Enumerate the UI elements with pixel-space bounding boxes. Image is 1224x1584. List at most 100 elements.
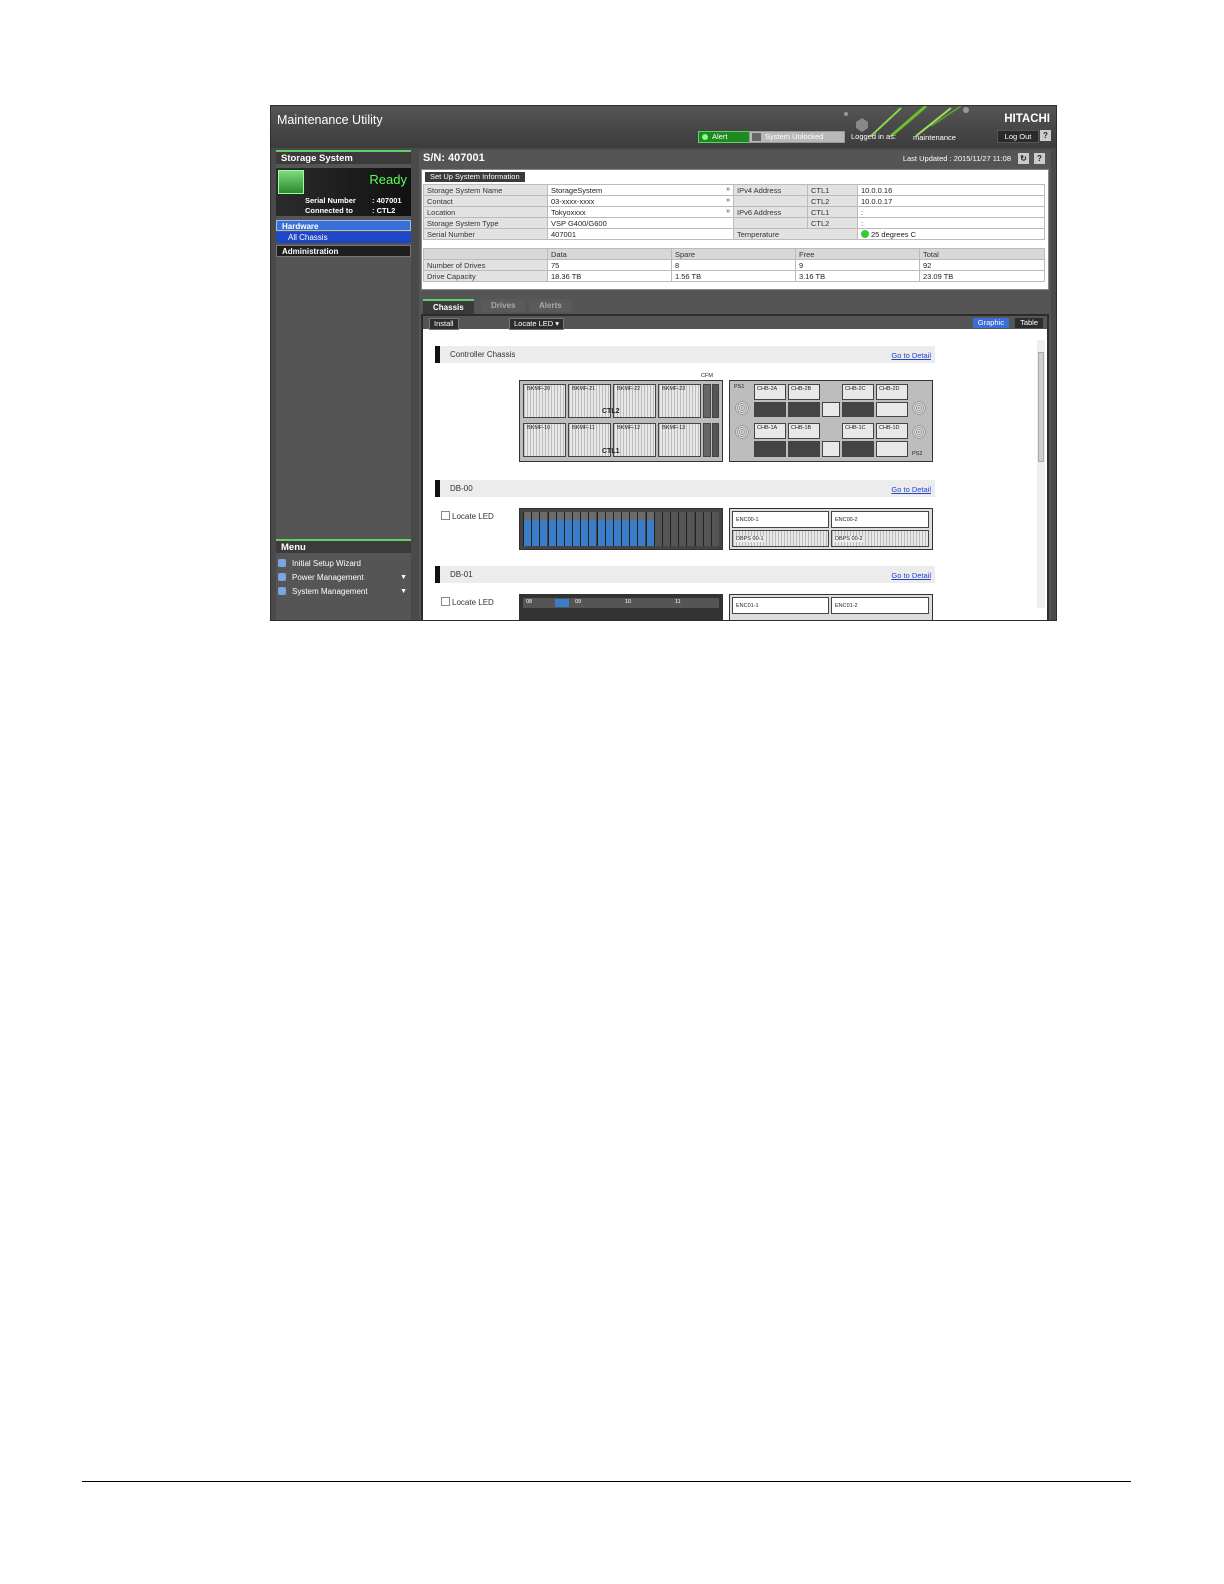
bkmf-module[interactable]: BKMF-13 bbox=[658, 423, 701, 457]
drive-bay[interactable] bbox=[653, 512, 662, 546]
enc-module[interactable]: ENC00-2 bbox=[831, 511, 929, 528]
drive-bay[interactable] bbox=[563, 512, 572, 546]
chb-module[interactable]: CHB-1C bbox=[842, 423, 874, 439]
db-00-front[interactable] bbox=[519, 508, 723, 550]
chb-module[interactable]: CHB-1B bbox=[788, 423, 820, 439]
help-button[interactable]: ? bbox=[1034, 153, 1045, 164]
disk-board[interactable] bbox=[788, 402, 820, 417]
location-label: Location bbox=[423, 206, 548, 218]
drive-bay[interactable] bbox=[686, 512, 695, 546]
drive-bay[interactable] bbox=[523, 512, 532, 546]
drive-bay[interactable] bbox=[604, 512, 613, 546]
chb-module[interactable]: CHB-2A bbox=[754, 384, 786, 400]
drive-bay[interactable] bbox=[702, 512, 711, 546]
locate-led-dropdown[interactable]: Locate LED ▾ bbox=[509, 318, 565, 330]
sidebar: Storage System Ready Serial Number : 407… bbox=[276, 150, 411, 620]
drive-bay[interactable] bbox=[539, 512, 548, 546]
db-01-rear[interactable]: ENC01-1 ENC01-2 bbox=[729, 594, 933, 620]
disk-board[interactable] bbox=[788, 441, 820, 457]
drive-bay[interactable] bbox=[637, 512, 646, 546]
tab-chassis[interactable]: Chassis bbox=[423, 299, 474, 314]
tab-alerts[interactable]: Alerts bbox=[529, 299, 572, 312]
storage-name-field[interactable]: StorageSystem» bbox=[547, 184, 734, 196]
log-out-button[interactable]: Log Out bbox=[997, 130, 1039, 143]
tab-drives[interactable]: Drives bbox=[481, 299, 526, 312]
drive-bay[interactable] bbox=[547, 512, 556, 546]
drive-bay[interactable] bbox=[661, 512, 670, 546]
drive-bay[interactable] bbox=[710, 512, 719, 546]
alert-indicator[interactable]: Alert bbox=[698, 131, 751, 143]
dbps-module[interactable]: DBPS 00-2 bbox=[831, 530, 929, 547]
nav-administration[interactable]: Administration bbox=[276, 245, 411, 257]
go-to-detail-link[interactable]: Go to Detail bbox=[891, 351, 931, 360]
disk-board[interactable] bbox=[842, 441, 874, 457]
menu-item-initial-setup-wizard[interactable]: Initial Setup Wizard bbox=[278, 558, 409, 570]
drive-bay[interactable] bbox=[645, 512, 654, 546]
drive-bay[interactable] bbox=[531, 512, 540, 546]
disk-board[interactable] bbox=[754, 441, 786, 457]
drive-tray[interactable]: 08 09 10 11 bbox=[523, 598, 719, 608]
dbps-module[interactable]: DBPS 00-1 bbox=[732, 530, 829, 547]
chb-module[interactable]: CHB-1A bbox=[754, 423, 786, 439]
nav-all-chassis[interactable]: All Chassis bbox=[276, 232, 411, 243]
contact-field[interactable]: 03-xxxx-xxxx» bbox=[547, 195, 734, 207]
location-field[interactable]: Tokyoxxxx» bbox=[547, 206, 734, 218]
section-marker bbox=[435, 346, 440, 363]
enc-module[interactable]: ENC00-1 bbox=[732, 511, 829, 528]
drive-bay[interactable] bbox=[612, 512, 621, 546]
locate-led-checkbox[interactable]: Locate LED bbox=[441, 511, 494, 521]
drive-bay[interactable] bbox=[555, 512, 564, 546]
db-00-rear[interactable]: ENC00-1 ENC00-2 DBPS 00-1 DBPS 00-2 bbox=[729, 508, 933, 550]
set-up-system-information-button[interactable]: Set Up System Information bbox=[425, 172, 525, 182]
locate-led-checkbox[interactable]: Locate LED bbox=[441, 597, 494, 607]
disk-board[interactable] bbox=[876, 402, 908, 417]
drive-bay[interactable] bbox=[678, 512, 687, 546]
db-01-front[interactable]: 08 09 10 11 bbox=[519, 594, 723, 620]
drive-bay[interactable] bbox=[694, 512, 703, 546]
bkmf-module[interactable]: BKMF-20 bbox=[523, 384, 566, 418]
controller-chassis-front[interactable]: BKMF-20 BKMF-21 BKMF-22 BKMF-23 CTL2 BKM… bbox=[519, 380, 723, 462]
lan-port[interactable] bbox=[822, 402, 840, 417]
cfm-slot[interactable] bbox=[712, 384, 719, 418]
vertical-scrollbar[interactable] bbox=[1037, 340, 1045, 608]
expand-icon[interactable]: » bbox=[726, 186, 730, 193]
menu-item-power-management[interactable]: Power Management ▼ bbox=[278, 572, 409, 584]
help-button[interactable]: ? bbox=[1040, 130, 1051, 141]
chb-module[interactable]: CHB-1D bbox=[876, 423, 908, 439]
drive-bay[interactable] bbox=[580, 512, 589, 546]
drive-bay[interactable] bbox=[621, 512, 630, 546]
chb-module[interactable]: CHB-2C bbox=[842, 384, 874, 400]
chb-module[interactable]: CHB-2B bbox=[788, 384, 820, 400]
nav-hardware[interactable]: Hardware bbox=[276, 220, 411, 231]
chb-module[interactable]: CHB-2D bbox=[876, 384, 908, 400]
bkmf-module[interactable]: BKMF-23 bbox=[658, 384, 701, 418]
lan-port[interactable] bbox=[822, 441, 840, 457]
disk-board[interactable] bbox=[842, 402, 874, 417]
disk-board[interactable] bbox=[754, 402, 786, 417]
menu-item-system-management[interactable]: System Management ▼ bbox=[278, 586, 409, 598]
cfm-slot[interactable] bbox=[712, 423, 719, 457]
install-button[interactable]: Install bbox=[429, 318, 459, 330]
expand-icon[interactable]: » bbox=[726, 197, 730, 204]
expand-icon[interactable]: » bbox=[726, 208, 730, 215]
ipv6-label: IPv6 Address bbox=[733, 206, 808, 218]
enc-module[interactable]: ENC01-2 bbox=[831, 597, 929, 614]
system-unlocked-indicator[interactable]: System Unlocked bbox=[749, 131, 845, 143]
bkmf-module[interactable]: BKMF-10 bbox=[523, 423, 566, 457]
cfm-slot[interactable] bbox=[703, 423, 711, 457]
cfm-slot[interactable] bbox=[703, 384, 711, 418]
go-to-detail-link[interactable]: Go to Detail bbox=[891, 485, 931, 494]
scrollbar-thumb[interactable] bbox=[1038, 352, 1044, 462]
drive-bay[interactable] bbox=[596, 512, 605, 546]
drive-bay[interactable] bbox=[572, 512, 581, 546]
graphic-view-button[interactable]: Graphic bbox=[972, 318, 1009, 328]
enc-module[interactable]: ENC01-1 bbox=[732, 597, 829, 614]
refresh-icon[interactable]: ↻ bbox=[1018, 153, 1029, 164]
disk-board[interactable] bbox=[876, 441, 908, 457]
drive-bay[interactable] bbox=[629, 512, 638, 546]
drive-bay[interactable] bbox=[588, 512, 597, 546]
controller-chassis-rear[interactable]: PS1 PS2 CHB-2A CHB-2B CHB-2C CHB-2D CHB-… bbox=[729, 380, 933, 462]
drive-bay[interactable] bbox=[670, 512, 679, 546]
go-to-detail-link[interactable]: Go to Detail bbox=[891, 571, 931, 580]
table-view-button[interactable]: Table bbox=[1015, 318, 1043, 328]
